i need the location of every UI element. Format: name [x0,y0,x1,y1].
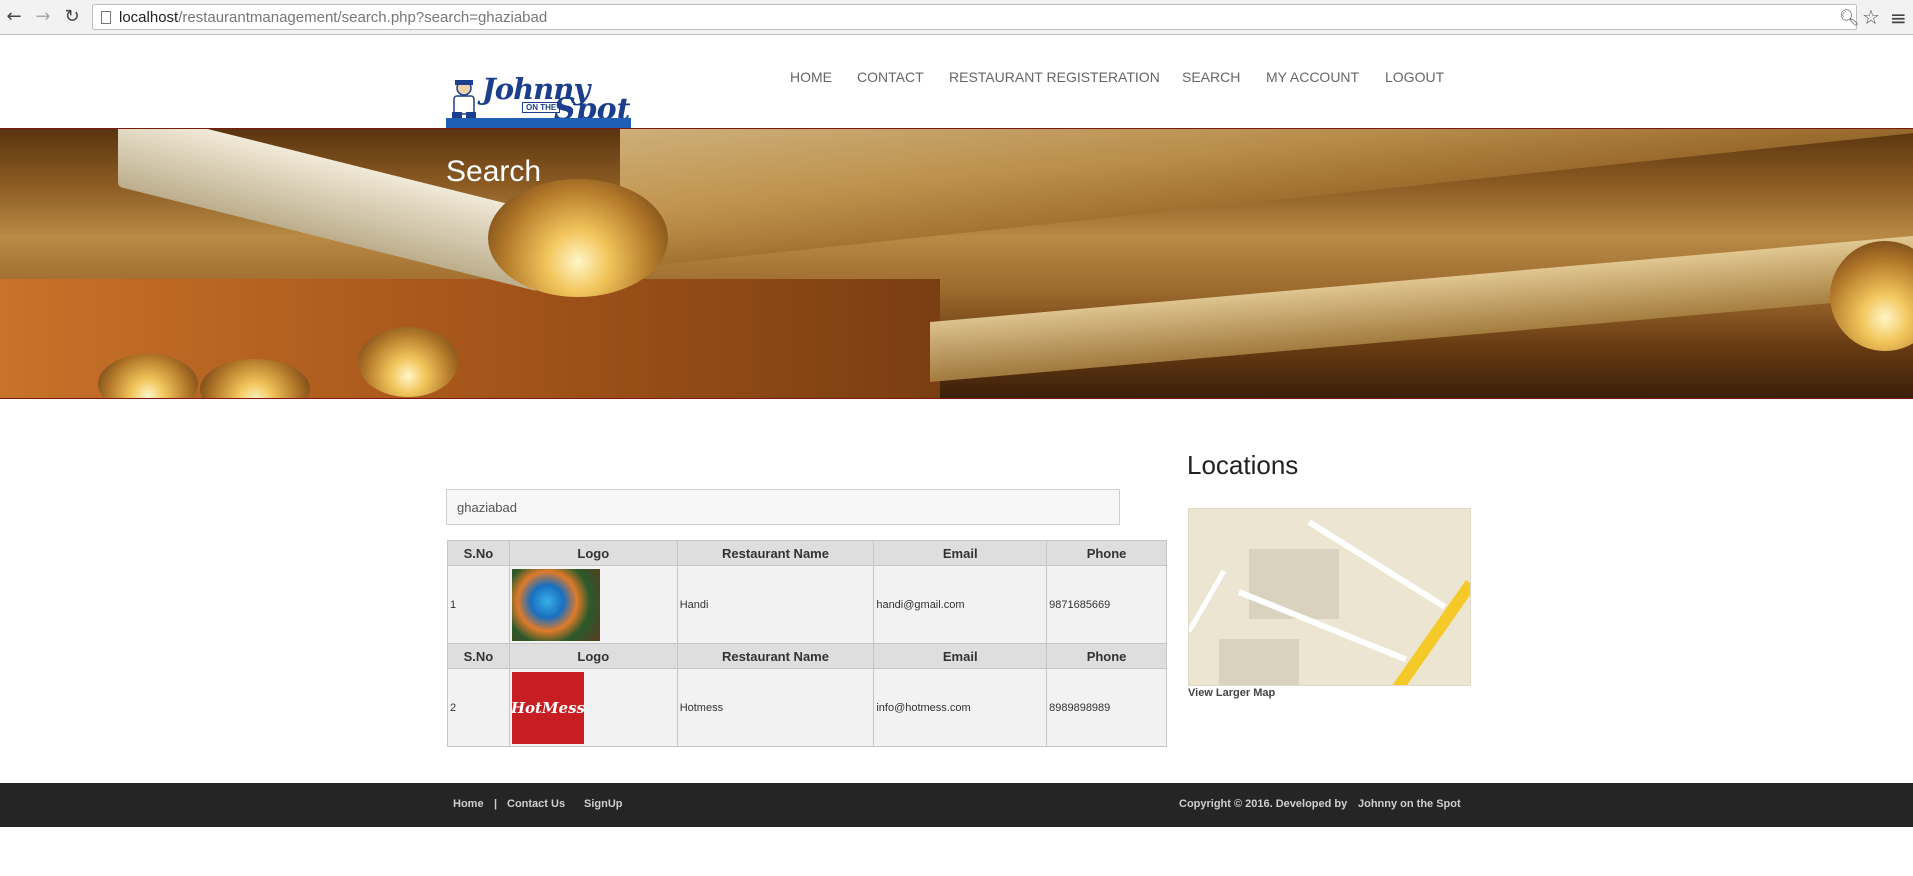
nav-logout[interactable]: LOGOUT [1385,69,1444,85]
browser-toolbar: ← → ↻ localhost/restaurantmanagement/sea… [0,0,1913,35]
cell-logo: HotMess [508,668,678,747]
cell-restaurant-name: Hotmess [676,668,875,747]
zoom-icon[interactable]: 🔍︎ [1839,8,1859,27]
nav-my-account[interactable]: MY ACCOUNT [1266,69,1359,85]
nav-restaurant-registration[interactable]: RESTAURANT REGISTERATION [949,69,1160,85]
header-phone: Phone [1046,540,1167,566]
footer-separator: | [494,798,498,810]
address-bar[interactable]: localhost/restaurantmanagement/search.ph… [92,4,1857,30]
nav-search[interactable]: SEARCH [1182,69,1240,85]
header-email: Email [873,540,1048,566]
banner-beam [930,235,1913,383]
header-sno: S.No [447,540,510,566]
nav-contact[interactable]: CONTACT [857,69,924,85]
header-email: Email [873,643,1048,669]
map-block [1219,639,1299,685]
forward-icon[interactable]: → [33,7,53,27]
page-icon [101,11,111,24]
page-title: Search [446,155,542,188]
header-restaurant-name: Restaurant Name [676,540,875,566]
header-sno: S.No [447,643,510,669]
results-table: S.No Logo Restaurant Name Email Phone 1 … [447,540,1167,747]
site-footer: Home | Contact Us SignUp Copyright © 201… [0,783,1913,827]
banner-ceiling [620,129,1913,269]
cell-restaurant-name: Handi [676,565,875,644]
lamp-shade [358,327,458,397]
banner-air-conditioner [118,129,538,292]
search-input[interactable]: ghaziabad [446,489,1120,525]
header-restaurant-name: Restaurant Name [676,643,875,669]
menu-icon[interactable]: ≡ [1890,6,1907,30]
cell-email: handi@gmail.com [873,565,1048,644]
table-header-row: S.No Logo Restaurant Name Email Phone [447,540,1167,566]
cell-logo [508,565,678,644]
reload-icon[interactable]: ↻ [62,7,82,27]
header-logo: Logo [508,540,678,566]
restaurant-logo-image [511,568,600,641]
page-banner: Search [0,128,1913,399]
restaurant-logo-image: HotMess [511,671,585,744]
header-logo: Logo [508,643,678,669]
header-phone: Phone [1046,643,1167,669]
logo-underline [446,118,631,128]
footer-developer-link[interactable]: Johnny on the Spot [1358,798,1461,810]
bookmark-star-icon[interactable]: ☆ [1862,5,1880,29]
table-row: 2 HotMess Hotmess info@hotmess.com 89898… [447,668,1167,747]
view-larger-map-link[interactable]: View Larger Map [1188,687,1275,699]
map-block [1249,549,1339,619]
locations-heading: Locations [1187,450,1299,480]
nav-home[interactable]: HOME [790,69,832,85]
cell-sno: 2 [447,668,510,747]
cell-sno: 1 [447,565,510,644]
back-icon[interactable]: ← [4,7,24,27]
url-text: localhost/restaurantmanagement/search.ph… [119,9,548,26]
location-map[interactable] [1188,508,1471,686]
cell-phone: 9871685669 [1046,565,1167,644]
footer-link-contact-us[interactable]: Contact Us [507,798,565,810]
footer-copyright: Copyright © 2016. Developed by [1179,798,1348,810]
cell-email: info@hotmess.com [873,668,1048,747]
site-logo[interactable]: Johnny ON THE Spot [446,34,631,128]
map-road [1189,569,1227,633]
cell-phone: 8989898989 [1046,668,1167,747]
lamp-shade [488,179,668,297]
table-row: 1 Handi handi@gmail.com 9871685669 [447,565,1167,644]
footer-link-signup[interactable]: SignUp [584,798,623,810]
table-header-row: S.No Logo Restaurant Name Email Phone [447,643,1167,669]
footer-link-home[interactable]: Home [453,798,484,810]
